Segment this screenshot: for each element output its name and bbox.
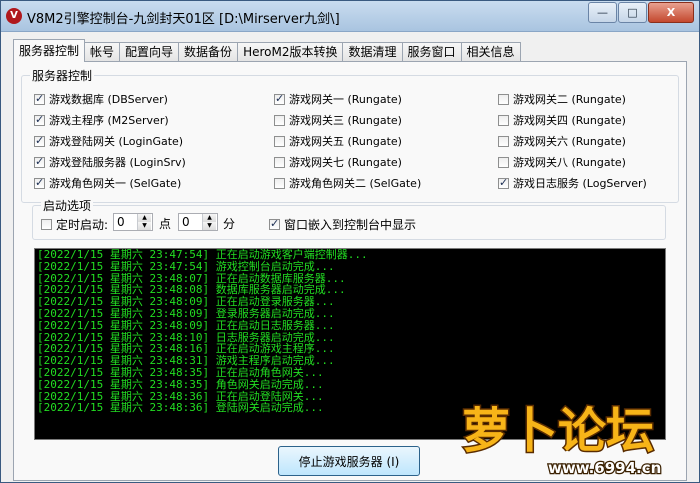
- checkbox-box[interactable]: [34, 155, 45, 168]
- spinner-up-icon[interactable]: ▲: [138, 214, 151, 222]
- checkbox-rungate-7[interactable]: 游戏网关七 (Rungate): [274, 154, 402, 170]
- log-line: [2022/1/15 星期六 23:48:09] 登录服务器启动完成...: [37, 306, 335, 320]
- checkbox-label: 游戏主程序 (M2Server): [49, 114, 169, 127]
- checkbox-label: 游戏网关四 (Rungate): [513, 114, 626, 127]
- checkbox-rungate-5[interactable]: 游戏网关五 (Rungate): [274, 133, 402, 149]
- checkbox-label: 游戏网关二 (Rungate): [513, 93, 626, 106]
- close-button[interactable]: X: [648, 2, 694, 23]
- spinner-down-icon[interactable]: ▼: [138, 222, 151, 230]
- timed-start-checkbox[interactable]: 定时启动:: [41, 216, 108, 233]
- window-title: V8M2引擎控制台-九剑封天01区 [D:\Mirserver九剑\]: [27, 12, 340, 27]
- checkbox-box[interactable]: [34, 113, 45, 126]
- spinner-up-icon[interactable]: ▲: [203, 214, 216, 222]
- checkbox-box[interactable]: [274, 135, 285, 147]
- checkbox-rungate-6[interactable]: 游戏网关六 (Rungate): [498, 133, 626, 149]
- checkbox-label: 游戏日志服务 (LogServer): [513, 177, 647, 190]
- hour-spinner-arrows[interactable]: ▲ ▼: [137, 214, 151, 230]
- tab-config-wizard[interactable]: 配置向导: [119, 42, 180, 62]
- minute-spinner-arrows[interactable]: ▲ ▼: [202, 214, 216, 230]
- checkbox-box[interactable]: [498, 93, 509, 105]
- server-control-group-label: 服务器控制: [30, 67, 95, 84]
- checkbox-box[interactable]: [41, 219, 52, 230]
- startup-options-group: 启动选项 定时启动: 0 ▲▼ 点 0 ▲▼ 分 窗口嵌入到控制台中显示: [32, 197, 666, 240]
- checkbox-box[interactable]: [34, 134, 45, 147]
- checkbox-box[interactable]: [34, 176, 45, 189]
- checkbox-rungate-8[interactable]: 游戏网关八 (Rungate): [498, 154, 626, 170]
- tab-server-control[interactable]: 服务器控制: [13, 39, 86, 62]
- tab-bar: 服务器控制 帐号 配置向导 数据备份 HeroM2版本转换 数据清理 服务窗口 …: [13, 39, 521, 62]
- checkbox-box[interactable]: [274, 114, 285, 126]
- hour-unit: 点: [159, 217, 172, 231]
- stop-server-button[interactable]: 停止游戏服务器 (I): [278, 446, 420, 476]
- checkbox-logingate[interactable]: 游戏登陆网关 (LoginGate): [34, 133, 183, 149]
- checkbox-box[interactable]: [498, 156, 509, 168]
- watermark-url: www.6994.cn: [548, 459, 661, 477]
- checkbox-box[interactable]: [34, 92, 45, 105]
- tab-data-backup[interactable]: 数据备份: [178, 42, 239, 62]
- minute-unit: 分: [223, 217, 236, 231]
- checkbox-box[interactable]: [269, 217, 280, 230]
- minimize-button[interactable]: —: [588, 2, 617, 23]
- checkbox-label: 游戏网关八 (Rungate): [513, 156, 626, 169]
- checkbox-loginsrv[interactable]: 游戏登陆服务器 (LoginSrv): [34, 154, 186, 170]
- tab-service-window[interactable]: 服务窗口: [401, 42, 462, 62]
- checkbox-selgate-2[interactable]: 游戏角色网关二 (SelGate): [274, 175, 421, 191]
- checkbox-box[interactable]: [274, 156, 285, 168]
- hour-spinner[interactable]: 0 ▲ ▼: [113, 213, 153, 231]
- maximize-button[interactable]: □: [618, 2, 647, 23]
- checkbox-label: 游戏角色网关二 (SelGate): [289, 177, 422, 190]
- minute-spinner[interactable]: 0 ▲ ▼: [178, 213, 218, 231]
- checkbox-label: 定时启动:: [56, 218, 109, 232]
- checkbox-box[interactable]: [274, 177, 285, 189]
- checkbox-rungate-1[interactable]: 游戏网关一 (Rungate): [274, 91, 402, 107]
- checkbox-box[interactable]: [498, 176, 509, 189]
- main-window: V V8M2引擎控制台-九剑封天01区 [D:\Mirserver九剑\] — …: [0, 0, 700, 483]
- log-line: [2022/1/15 星期六 23:47:54] 游戏控制台启动完成...: [37, 259, 335, 273]
- checkbox-box[interactable]: [498, 114, 509, 126]
- checkbox-label: 游戏网关五 (Rungate): [289, 135, 402, 148]
- checkbox-box[interactable]: [274, 92, 285, 105]
- checkbox-label: 窗口嵌入到控制台中显示: [284, 218, 417, 232]
- log-line: [2022/1/15 星期六 23:48:09] 正在启动日志服务器...: [37, 318, 335, 332]
- checkbox-label: 游戏网关三 (Rungate): [289, 114, 402, 127]
- checkbox-label: 游戏网关一 (Rungate): [289, 93, 402, 106]
- app-logo-icon: V: [6, 8, 22, 24]
- checkbox-rungate-2[interactable]: 游戏网关二 (Rungate): [498, 91, 626, 107]
- tab-related-info[interactable]: 相关信息: [460, 42, 521, 62]
- window-controls: — □ X: [587, 2, 694, 23]
- tab-account[interactable]: 帐号: [84, 42, 121, 62]
- checkbox-label: 游戏登陆网关 (LoginGate): [49, 135, 184, 148]
- checkbox-dbserver[interactable]: 游戏数据库 (DBServer): [34, 91, 168, 107]
- checkbox-box[interactable]: [498, 135, 509, 147]
- checkbox-label: 游戏登陆服务器 (LoginSrv): [49, 156, 186, 169]
- startup-options-group-label: 启动选项: [41, 197, 94, 214]
- checkbox-rungate-4[interactable]: 游戏网关四 (Rungate): [498, 112, 626, 128]
- server-control-group: 服务器控制 游戏数据库 (DBServer) 游戏主程序 (M2Server) …: [21, 67, 679, 203]
- log-line: [2022/1/15 星期六 23:48:35] 正在启动角色网关...: [37, 365, 324, 379]
- checkbox-selgate-1[interactable]: 游戏角色网关一 (SelGate): [34, 175, 181, 191]
- checkbox-m2server[interactable]: 游戏主程序 (M2Server): [34, 112, 169, 128]
- embed-window-checkbox[interactable]: 窗口嵌入到控制台中显示: [269, 216, 416, 233]
- checkbox-label: 游戏网关六 (Rungate): [513, 135, 626, 148]
- minute-value[interactable]: 0: [179, 215, 202, 229]
- checkbox-label: 游戏角色网关一 (SelGate): [49, 177, 182, 190]
- spinner-down-icon[interactable]: ▼: [203, 222, 216, 230]
- checkbox-label: 游戏网关七 (Rungate): [289, 156, 402, 169]
- title-bar[interactable]: V V8M2引擎控制台-九剑封天01区 [D:\Mirserver九剑\] — …: [1, 1, 699, 32]
- checkbox-label: 游戏数据库 (DBServer): [49, 93, 168, 106]
- checkbox-rungate-3[interactable]: 游戏网关三 (Rungate): [274, 112, 402, 128]
- tab-data-cleanup[interactable]: 数据清理: [342, 42, 403, 62]
- tab-herom2-convert[interactable]: HeroM2版本转换: [237, 42, 344, 62]
- hour-value[interactable]: 0: [114, 215, 137, 229]
- watermark-logo: 萝卜论坛 www.6994.cn: [461, 402, 663, 479]
- watermark-logo-text: 萝卜论坛: [462, 403, 654, 459]
- checkbox-logserver[interactable]: 游戏日志服务 (LogServer): [498, 175, 647, 191]
